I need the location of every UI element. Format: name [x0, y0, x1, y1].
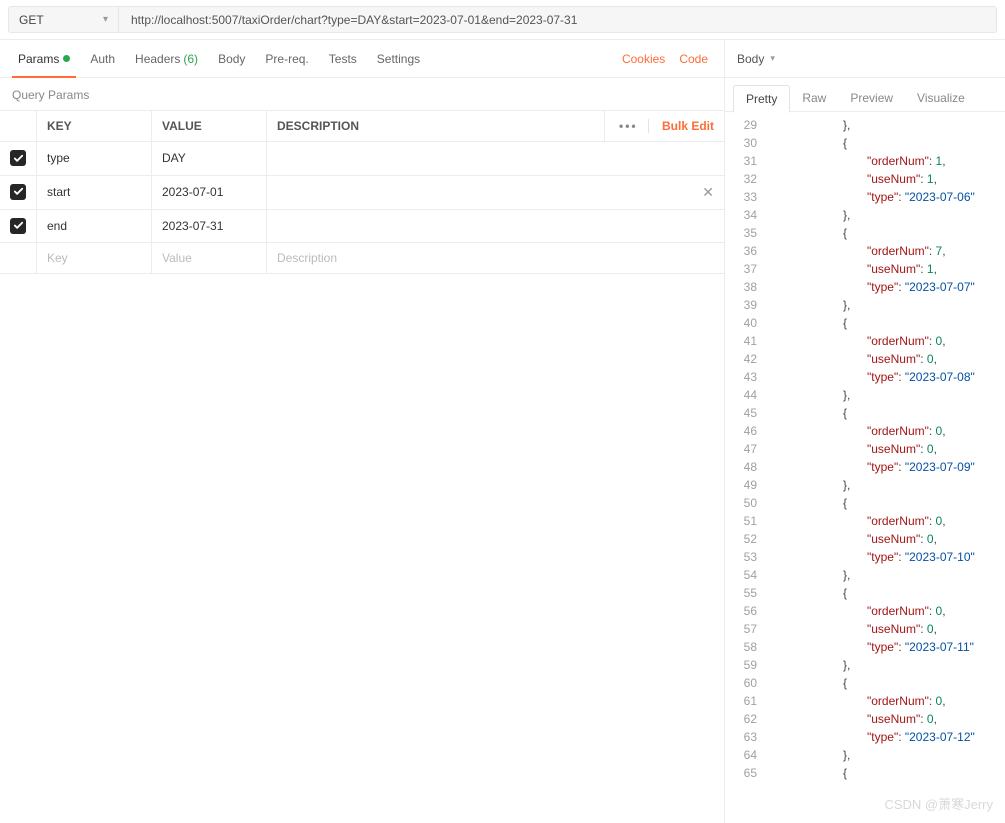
line-number: 38	[725, 278, 767, 296]
param-value-cell[interactable]: DAY	[152, 142, 267, 176]
col-header-value: VALUE	[152, 111, 267, 142]
line-number: 47	[725, 440, 767, 458]
param-value-cell[interactable]: 2023-07-31	[152, 209, 267, 243]
line-number: 53	[725, 548, 767, 566]
query-params-heading: Query Params	[0, 78, 724, 110]
line-number: 43	[725, 368, 767, 386]
line-number: 65	[725, 764, 767, 782]
query-params-table: KEY VALUE DESCRIPTION ••• Bulk Edit type…	[0, 110, 724, 274]
line-number: 37	[725, 260, 767, 278]
key-placeholder[interactable]: Key	[47, 251, 68, 265]
response-section-select[interactable]: Body ▾	[725, 40, 1005, 78]
param-desc-cell[interactable]	[267, 142, 725, 176]
request-tabs: Params Auth Headers (6) Body Pre-req. Te…	[0, 40, 724, 78]
line-number: 51	[725, 512, 767, 530]
tab-settings[interactable]: Settings	[367, 40, 430, 77]
col-header-key: KEY	[37, 111, 152, 142]
tab-body[interactable]: Body	[208, 40, 255, 77]
code-link[interactable]: Code	[679, 52, 708, 66]
param-enabled-checkbox[interactable]	[10, 150, 26, 166]
view-tab-pretty[interactable]: Pretty	[733, 85, 790, 113]
line-number: 50	[725, 494, 767, 512]
line-number: 39	[725, 296, 767, 314]
http-method-select[interactable]: GET ▾	[8, 6, 118, 33]
line-number: 35	[725, 224, 767, 242]
line-number: 36	[725, 242, 767, 260]
delete-row-icon[interactable]: ✕	[702, 184, 714, 201]
cookies-link[interactable]: Cookies	[622, 52, 665, 66]
bulk-edit-link[interactable]: Bulk Edit	[662, 119, 714, 133]
line-number: 56	[725, 602, 767, 620]
url-input[interactable]	[118, 6, 997, 33]
line-number: 44	[725, 386, 767, 404]
view-tab-visualize[interactable]: Visualize	[905, 85, 977, 111]
line-number: 32	[725, 170, 767, 188]
line-number: 30	[725, 134, 767, 152]
param-value-cell[interactable]: 2023-07-01	[152, 175, 267, 209]
line-number: 60	[725, 674, 767, 692]
line-number: 59	[725, 656, 767, 674]
col-header-desc: DESCRIPTION	[267, 111, 605, 142]
response-body[interactable]: 29},30{31"orderNum": 1,32"useNum": 1,33"…	[725, 112, 1005, 823]
line-number: 57	[725, 620, 767, 638]
line-number: 54	[725, 566, 767, 584]
param-key-cell[interactable]: end	[37, 209, 152, 243]
tab-headers[interactable]: Headers (6)	[125, 40, 208, 77]
tab-auth[interactable]: Auth	[80, 40, 125, 77]
param-key-cell[interactable]: start	[37, 175, 152, 209]
line-number: 61	[725, 692, 767, 710]
line-number: 52	[725, 530, 767, 548]
line-number: 58	[725, 638, 767, 656]
tab-params[interactable]: Params	[8, 40, 80, 77]
line-number: 29	[725, 116, 767, 134]
tab-prereq[interactable]: Pre-req.	[255, 40, 318, 77]
chevron-down-icon: ▾	[103, 14, 108, 25]
http-method-label: GET	[19, 13, 44, 27]
tab-tests[interactable]: Tests	[319, 40, 367, 77]
param-key-cell[interactable]: type	[37, 142, 152, 176]
params-activity-dot-icon	[63, 55, 70, 62]
line-number: 64	[725, 746, 767, 764]
more-options-icon[interactable]: •••	[619, 119, 649, 133]
line-number: 55	[725, 584, 767, 602]
line-number: 41	[725, 332, 767, 350]
view-tab-preview[interactable]: Preview	[838, 85, 905, 111]
line-number: 31	[725, 152, 767, 170]
desc-placeholder[interactable]: Description	[277, 251, 337, 265]
line-number: 46	[725, 422, 767, 440]
param-enabled-checkbox[interactable]	[10, 184, 26, 200]
line-number: 40	[725, 314, 767, 332]
chevron-down-icon: ▾	[770, 53, 775, 64]
param-desc-cell[interactable]: ✕	[267, 175, 725, 209]
response-view-tabs: Pretty Raw Preview Visualize	[725, 78, 1005, 112]
line-number: 33	[725, 188, 767, 206]
line-number: 49	[725, 476, 767, 494]
value-placeholder[interactable]: Value	[162, 251, 192, 265]
line-number: 48	[725, 458, 767, 476]
line-number: 42	[725, 350, 767, 368]
view-tab-raw[interactable]: Raw	[790, 85, 838, 111]
line-number: 62	[725, 710, 767, 728]
line-number: 63	[725, 728, 767, 746]
param-desc-cell[interactable]	[267, 209, 725, 243]
line-number: 34	[725, 206, 767, 224]
line-number: 45	[725, 404, 767, 422]
param-enabled-checkbox[interactable]	[10, 218, 26, 234]
